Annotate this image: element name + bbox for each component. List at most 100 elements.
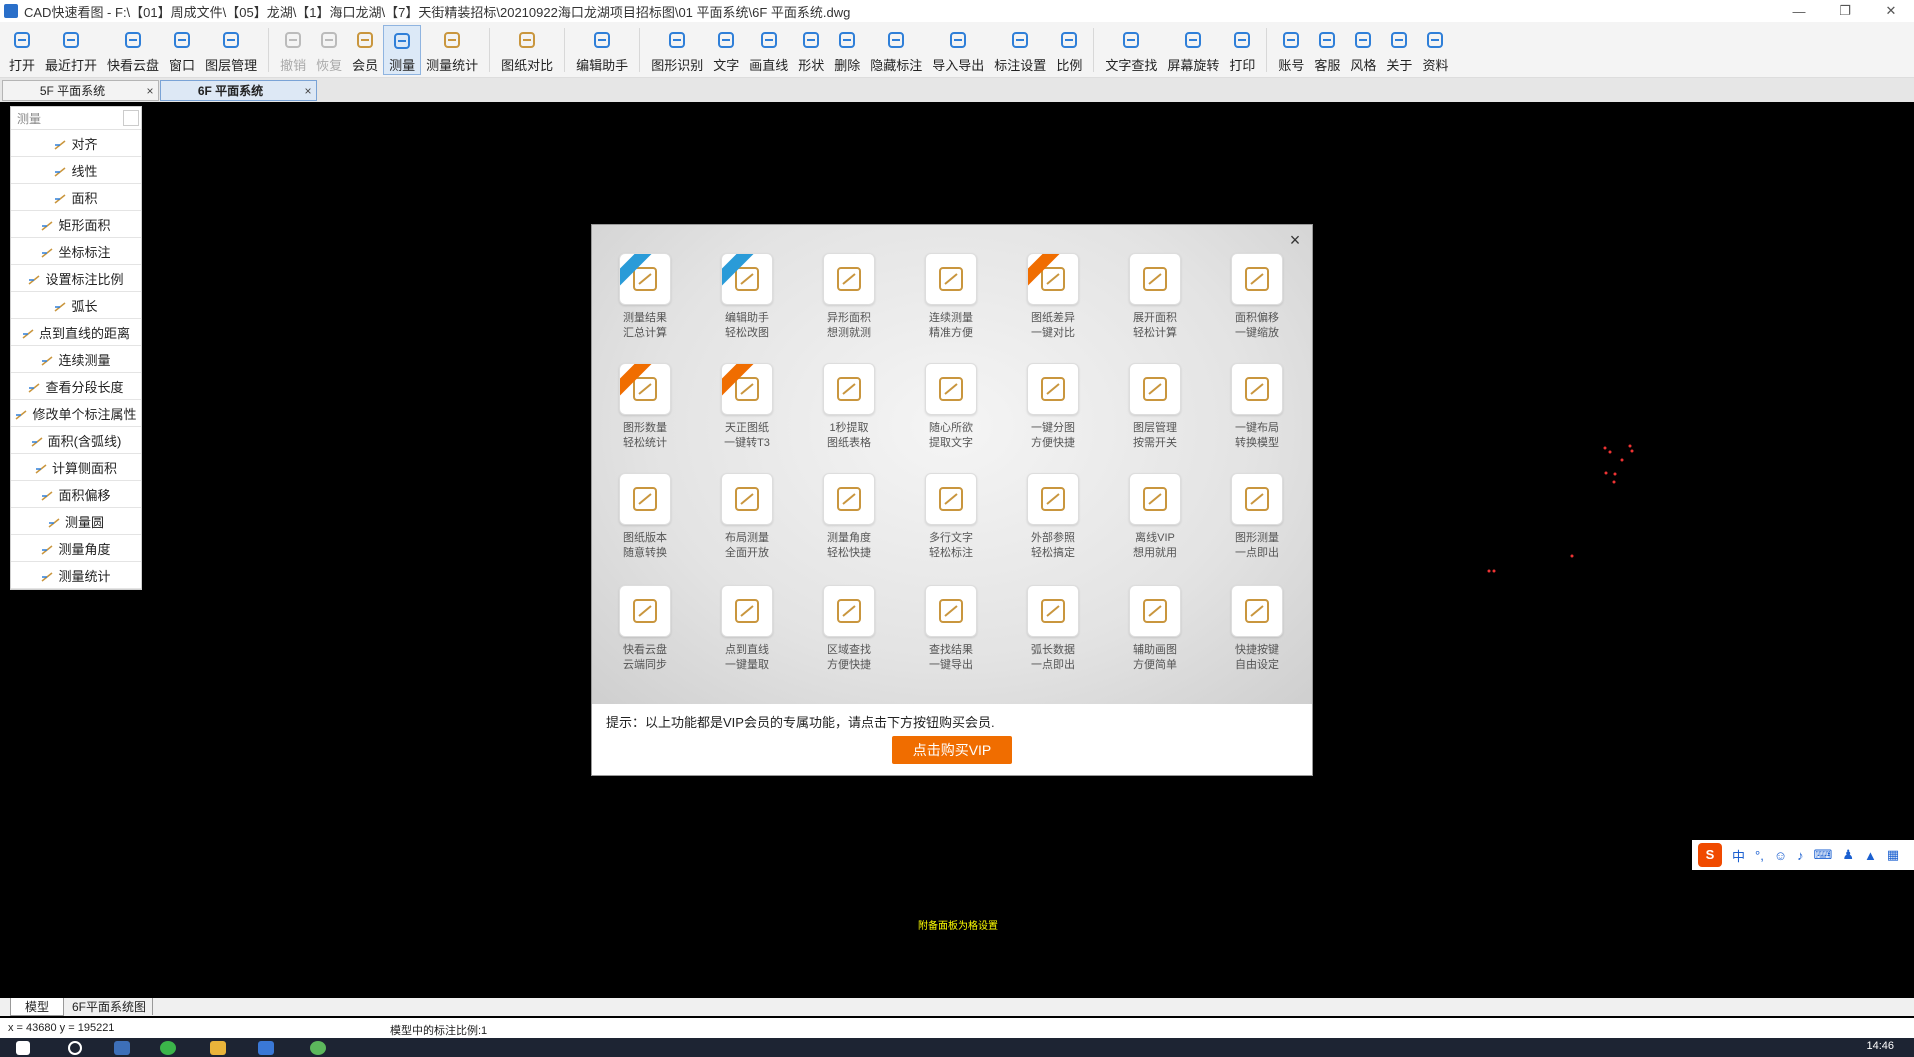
toolbar-button-compare[interactable]: 图纸对比 [496,25,558,75]
vip-feature-item[interactable]: 图纸版本 随意转换 [600,473,690,561]
toolbar-button-eraser[interactable]: 删除 [829,25,865,75]
vip-feature-item[interactable]: 快捷按键 自由设定 [1212,585,1302,673]
emoji-icon[interactable]: ☺ [1774,848,1787,863]
toolbar-button-window[interactable]: 窗口 [164,25,200,75]
vip-feature-item[interactable]: 图纸差异 一键对比 [1008,253,1098,341]
toolbar-button-vip[interactable]: 会员 [347,25,383,75]
measure-tool-item[interactable]: 测量角度 [11,535,141,562]
toolbar-button-print[interactable]: 打印 [1224,25,1260,75]
vip-feature-item[interactable]: 离线VIP 想用就用 [1110,473,1200,561]
toolbar-button-measure[interactable]: 测量 [383,25,422,75]
vip-feature-item[interactable]: 异形面积 想测就测 [804,253,894,341]
measure-tool-item[interactable]: 面积偏移 [11,481,141,508]
vip-feature-item[interactable]: 1秒提取 图纸表格 [804,363,894,451]
panel-close-icon[interactable] [123,110,139,126]
toolbar-button-docs[interactable]: 资料 [1417,25,1453,75]
measure-tool-item[interactable]: 修改单个标注属性 [11,400,141,427]
vip-feature-item[interactable]: 图形数量 轻松统计 [600,363,690,451]
toolbar-button-headset[interactable]: 客服 [1309,25,1345,75]
folder-icon[interactable] [210,1041,226,1055]
toolbar-button-scale[interactable]: 比例 [1051,25,1087,75]
dialog-close-icon[interactable]: × [1286,231,1304,249]
restore-icon[interactable]: ❐ [1822,0,1868,22]
tab-5f-plan[interactable]: 5F 平面系统 × [2,80,159,101]
vip-feature-item[interactable]: 展开面积 轻松计算 [1110,253,1200,341]
toolbar-button-shape[interactable]: 形状 [793,25,829,75]
close-icon[interactable]: ✕ [1868,0,1914,22]
skin-icon[interactable]: ▲ [1864,848,1877,863]
vip-feature-item[interactable]: 查找结果 一键导出 [906,585,996,673]
toolbar-button-open-folder[interactable]: 打开 [4,25,40,75]
vip-feature-item[interactable]: 测量结果 汇总计算 [600,253,690,341]
microphone-icon[interactable]: ♪ [1797,848,1804,863]
measure-tool-item[interactable]: 对齐 [11,130,141,157]
search-icon[interactable] [68,1041,82,1055]
vip-feature-item[interactable]: 布局测量 全面开放 [702,473,792,561]
vip-feature-item[interactable]: 快看云盘 云端同步 [600,585,690,673]
vip-feature-item[interactable]: 外部参照 轻松搞定 [1008,473,1098,561]
buy-vip-button[interactable]: 点击购买VIP [892,736,1012,764]
toolbar-button-history[interactable]: 最近打开 [40,25,102,75]
ime-punctuation[interactable]: °, [1755,848,1764,863]
toolbar-button-line[interactable]: 画直线 [744,25,793,75]
vip-feature-item[interactable]: 随心所欲 提取文字 [906,363,996,451]
toolbar-button-rotate-screen[interactable]: 屏幕旋转 [1162,25,1224,75]
tab-6f-plan[interactable]: 6F 平面系统 × [160,80,317,101]
measure-tool-item[interactable]: 连续测量 [11,346,141,373]
toolbar-button-text-search[interactable]: 文字查找 [1100,25,1162,75]
measure-tool-item[interactable]: 面积 [11,184,141,211]
minimize-icon[interactable]: — [1776,0,1822,22]
vip-feature-item[interactable]: 编辑助手 轻松改图 [702,253,792,341]
toolbar-button-cloud[interactable]: 快看云盘 [102,25,164,75]
vip-feature-item[interactable]: 弧长数据 一点即出 [1008,585,1098,673]
close-tab-icon[interactable]: × [142,84,158,98]
vip-feature-item[interactable]: 连续测量 精准方便 [906,253,996,341]
measure-tool-item[interactable]: 点到直线的距离 [11,319,141,346]
keyboard-icon[interactable]: ⌨ [1814,847,1833,863]
cad-app-icon[interactable] [258,1041,274,1055]
measure-tool-item[interactable]: 设置标注比例 [11,265,141,292]
tab-model[interactable]: 模型 [10,998,64,1016]
toolbar-button-import-export[interactable]: 导入导出 [927,25,989,75]
measure-tool-item[interactable]: 矩形面积 [11,211,141,238]
person-icon[interactable]: ♟ [1842,847,1854,863]
windows-start-icon[interactable] [16,1041,30,1055]
measure-tool-item[interactable]: 线性 [11,157,141,184]
toolbar-button-text[interactable]: 文字 [708,25,744,75]
vip-feature-item[interactable]: 测量角度 轻松快捷 [804,473,894,561]
toolbar-button-info[interactable]: 关于 [1381,25,1417,75]
toolbar-button-style[interactable]: 风格 [1345,25,1381,75]
vip-feature-item[interactable]: 图层管理 按需开关 [1110,363,1200,451]
toolbar-button-layers[interactable]: 图层管理 [200,25,262,75]
toolbar-button-annotation-settings[interactable]: 标注设置 [989,25,1051,75]
close-tab-icon[interactable]: × [300,84,316,98]
tab-layout-6f[interactable]: 6F平面系统图 [66,998,153,1015]
toolbar-button-redo[interactable]: 恢复 [311,25,347,75]
toolbar-button-account[interactable]: 账号 [1273,25,1309,75]
vip-feature-item[interactable]: 多行文字 轻松标注 [906,473,996,561]
measure-tool-item[interactable]: 弧长 [11,292,141,319]
measure-tool-item[interactable]: 测量统计 [11,562,141,589]
toolbar-button-measure-stats[interactable]: 测量统计 [421,25,483,75]
toolbar-button-shape-recognize[interactable]: 图形识别 [646,25,708,75]
measure-tool-item[interactable]: 计算侧面积 [11,454,141,481]
vip-feature-item[interactable]: 面积偏移 一键缩放 [1212,253,1302,341]
menu-grid-icon[interactable]: ▦ [1887,847,1899,863]
measure-tool-item[interactable]: 测量圆 [11,508,141,535]
measure-tool-item[interactable]: 查看分段长度 [11,373,141,400]
toolbar-button-edit-assistant[interactable]: 编辑助手 [571,25,633,75]
calculator-icon[interactable] [114,1041,130,1055]
toolbar-button-undo[interactable]: 撤销 [275,25,311,75]
vip-feature-item[interactable]: 辅助画图 方便简单 [1110,585,1200,673]
vip-feature-item[interactable]: 一键布局 转换模型 [1212,363,1302,451]
measure-tool-item[interactable]: 坐标标注 [11,238,141,265]
measure-tool-item[interactable]: 面积(含弧线) [11,427,141,454]
ime-language[interactable]: 中 [1732,846,1745,865]
vip-feature-item[interactable]: 区域查找 方便快捷 [804,585,894,673]
wechat-icon[interactable] [160,1041,176,1055]
vip-feature-item[interactable]: 天正图纸 一键转T3 [702,363,792,451]
vip-feature-item[interactable]: 点到直线 一键量取 [702,585,792,673]
browser-icon[interactable] [310,1041,326,1055]
toolbar-button-hide-eye[interactable]: 隐藏标注 [865,25,927,75]
sogou-ime-icon[interactable]: S [1698,843,1722,867]
